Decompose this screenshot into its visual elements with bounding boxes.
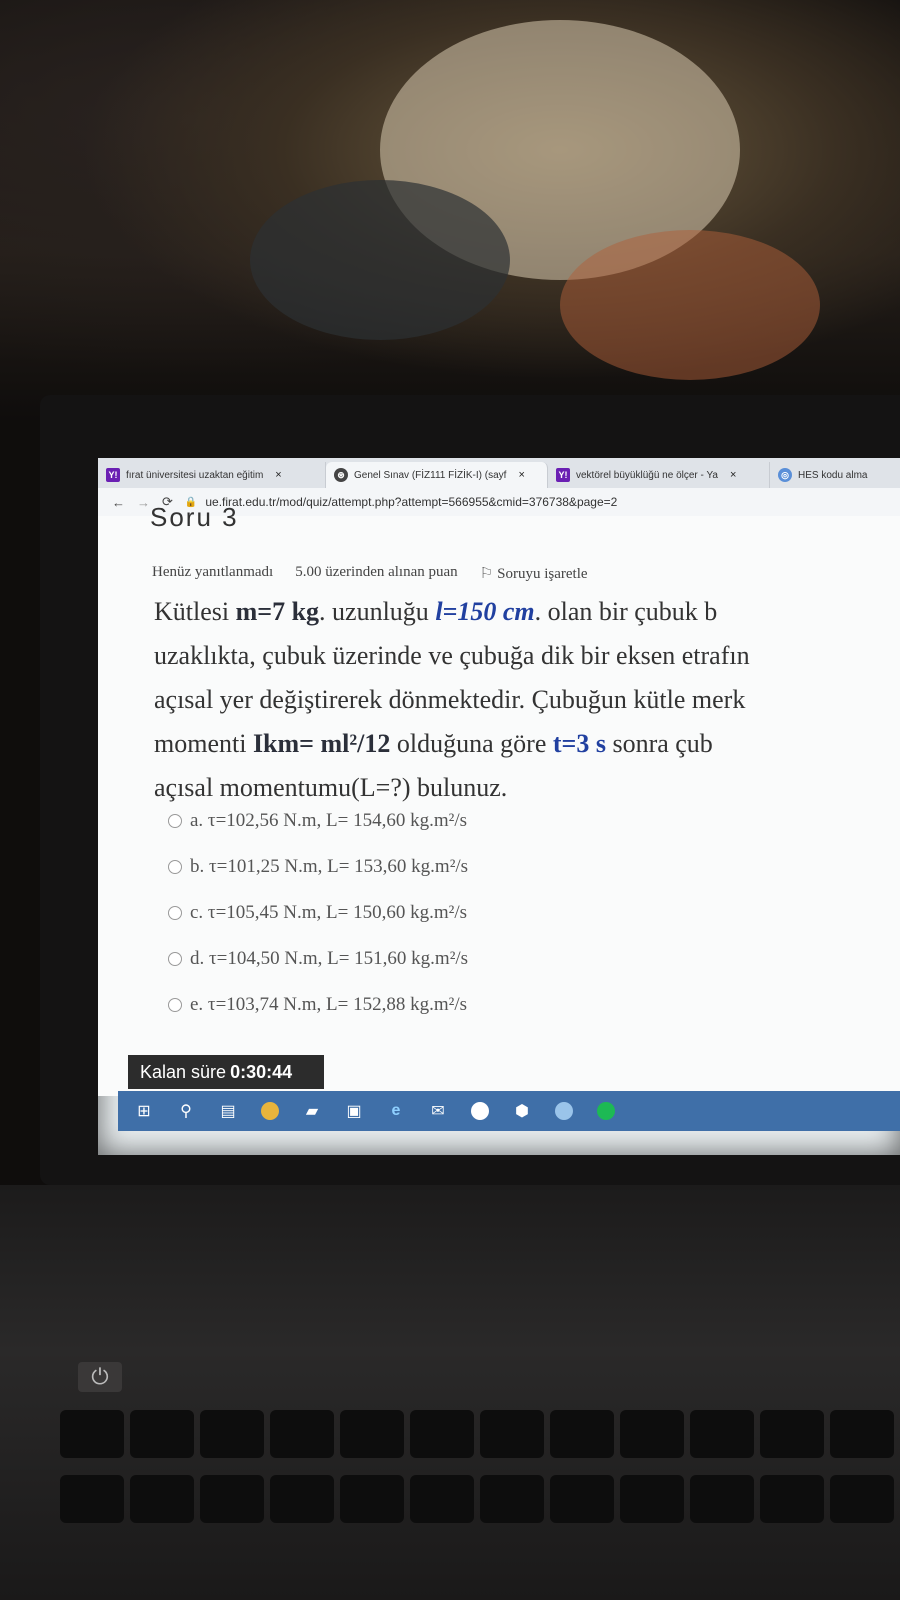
question-points: 5.00 üzerinden alınan puan	[295, 564, 458, 580]
app-icon[interactable]: ⬢	[512, 1101, 532, 1121]
globe-icon: ◎	[778, 468, 792, 482]
store-icon[interactable]: ▣	[344, 1101, 364, 1121]
tab-hes-kodu[interactable]: ◎ HES kodu alma	[770, 462, 900, 488]
url-text[interactable]: ue.firat.edu.tr/mod/quiz/attempt.php?att…	[205, 495, 617, 509]
time-value: t=3 s	[552, 729, 606, 758]
close-icon[interactable]: ×	[275, 469, 281, 481]
question-heading: Soru 3	[150, 502, 239, 532]
answer-option-e[interactable]: e. τ=103,74 N.m, L= 152,88 kg.m²/s	[168, 982, 468, 1028]
answer-options: a. τ=102,56 N.m, L= 154,60 kg.m²/s b. τ=…	[168, 798, 468, 1028]
tab-vektorel-buyukluk[interactable]: Y! vektörel büyüklüğü ne ölçer - Ya ×	[548, 462, 770, 488]
question-text: Kütlesi m=7 kg. uzunluğu l=150 cm. olan …	[154, 590, 900, 810]
power-button[interactable]: ⏻	[78, 1362, 122, 1392]
yandex-icon[interactable]	[470, 1101, 490, 1121]
address-bar[interactable]: 🔒 ue.firat.edu.tr/mod/quiz/attempt.php?a…	[185, 495, 617, 509]
answer-label[interactable]: b. τ=101,25 N.m, L= 153,60 kg.m²/s	[190, 856, 468, 878]
radio-button[interactable]	[168, 814, 182, 828]
radio-button[interactable]	[168, 998, 182, 1012]
task-view-icon[interactable]: ▤	[218, 1101, 238, 1121]
timer-value: 0:30:44	[230, 1061, 293, 1082]
remaining-time: Kalan süre 0:30:44	[128, 1055, 324, 1089]
edge-icon[interactable]: e	[386, 1101, 406, 1121]
laptop-keyboard	[0, 1185, 900, 1600]
answer-option-d[interactable]: d. τ=104,50 N.m, L= 151,60 kg.m²/s	[168, 936, 468, 982]
question-line: uzaklıkta, çubuk üzerinde ve çubuğa dik …	[154, 641, 750, 670]
tab-title: Genel Sınav (FİZ111 FİZİK-I) (sayf	[354, 469, 507, 481]
radio-button[interactable]	[168, 906, 182, 920]
tab-title: vektörel büyüklüğü ne ölçer - Ya	[576, 469, 718, 481]
file-explorer-icon[interactable]: ▰	[302, 1101, 322, 1121]
answer-option-b[interactable]: b. τ=101,25 N.m, L= 153,60 kg.m²/s	[168, 844, 468, 890]
browser-window: Y! fırat üniversitesi uzaktan eğitim × ⊛…	[98, 458, 900, 1155]
answer-label[interactable]: d. τ=104,50 N.m, L= 151,60 kg.m²/s	[190, 948, 468, 970]
question-line: açısal yer değiştirerek dönmektedir. Çub…	[154, 685, 746, 714]
fabric-pattern	[560, 230, 820, 380]
answer-label[interactable]: c. τ=105,45 N.m, L= 150,60 kg.m²/s	[190, 902, 467, 924]
answer-option-c[interactable]: c. τ=105,45 N.m, L= 150,60 kg.m²/s	[168, 890, 468, 936]
question-line: Kütlesi m=7 kg. uzunluğu l=150 cm. olan …	[154, 597, 718, 626]
answer-label[interactable]: e. τ=103,74 N.m, L= 152,88 kg.m²/s	[190, 994, 467, 1016]
length-value: l=150 cm	[435, 597, 535, 626]
tab-title: fırat üniversitesi uzaktan eğitim	[126, 469, 264, 481]
quiz-page: Soru 3 Henüz yanıtlanmadı 5.00 üzerinden…	[98, 502, 900, 1096]
windows-icon[interactable]: ⊞	[134, 1101, 154, 1121]
chrome-icon[interactable]	[260, 1101, 280, 1121]
browser-icon[interactable]	[554, 1101, 574, 1121]
tab-firat-uzaktan-egitim[interactable]: Y! fırat üniversitesi uzaktan eğitim ×	[98, 462, 326, 488]
search-icon[interactable]: ⚲	[176, 1101, 196, 1121]
inertia-formula: Ikm= ml²/12	[252, 729, 391, 758]
spotify-icon[interactable]	[596, 1101, 616, 1121]
answer-status: Henüz yanıtlanmadı	[152, 564, 274, 580]
mail-icon[interactable]: ✉	[428, 1101, 448, 1121]
forward-arrow-icon[interactable]: →	[137, 495, 150, 510]
radio-button[interactable]	[168, 952, 182, 966]
tab-bar: Y! fırat üniversitesi uzaktan eğitim × ⊛…	[98, 458, 900, 488]
tab-genel-sinav[interactable]: ⊛ Genel Sınav (FİZ111 FİZİK-I) (sayf ×	[326, 462, 548, 488]
windows-taskbar: ⊞ ⚲ ▤ ▰ ▣ e ✉ ⬢	[118, 1091, 900, 1131]
close-icon[interactable]: ×	[730, 469, 736, 481]
yahoo-icon: Y!	[106, 468, 120, 482]
mass-value: m=7 kg	[235, 597, 320, 626]
fabric-pattern	[250, 180, 510, 340]
back-arrow-icon[interactable]: ←	[112, 495, 125, 510]
background-fabric	[0, 0, 900, 420]
tab-title: HES kodu alma	[798, 469, 868, 481]
moodle-icon: ⊛	[334, 468, 348, 482]
flag-question-link[interactable]: ⚐ Soruyu işaretle	[480, 564, 588, 583]
power-icon: ⏻	[91, 1364, 109, 1389]
radio-button[interactable]	[168, 860, 182, 874]
answer-option-a[interactable]: a. τ=102,56 N.m, L= 154,60 kg.m²/s	[168, 798, 468, 844]
answer-label[interactable]: a. τ=102,56 N.m, L= 154,60 kg.m²/s	[190, 810, 467, 832]
timer-label: Kalan süre	[140, 1061, 227, 1082]
flag-icon: ⚐	[479, 566, 494, 582]
question-meta: Henüz yanıtlanmadı 5.00 üzerinden alınan…	[152, 564, 588, 583]
yahoo-icon: Y!	[556, 468, 570, 482]
question-line: momenti Ikm= ml²/12 olduğuna göre t=3 s …	[154, 729, 713, 758]
close-icon[interactable]: ×	[518, 469, 524, 481]
